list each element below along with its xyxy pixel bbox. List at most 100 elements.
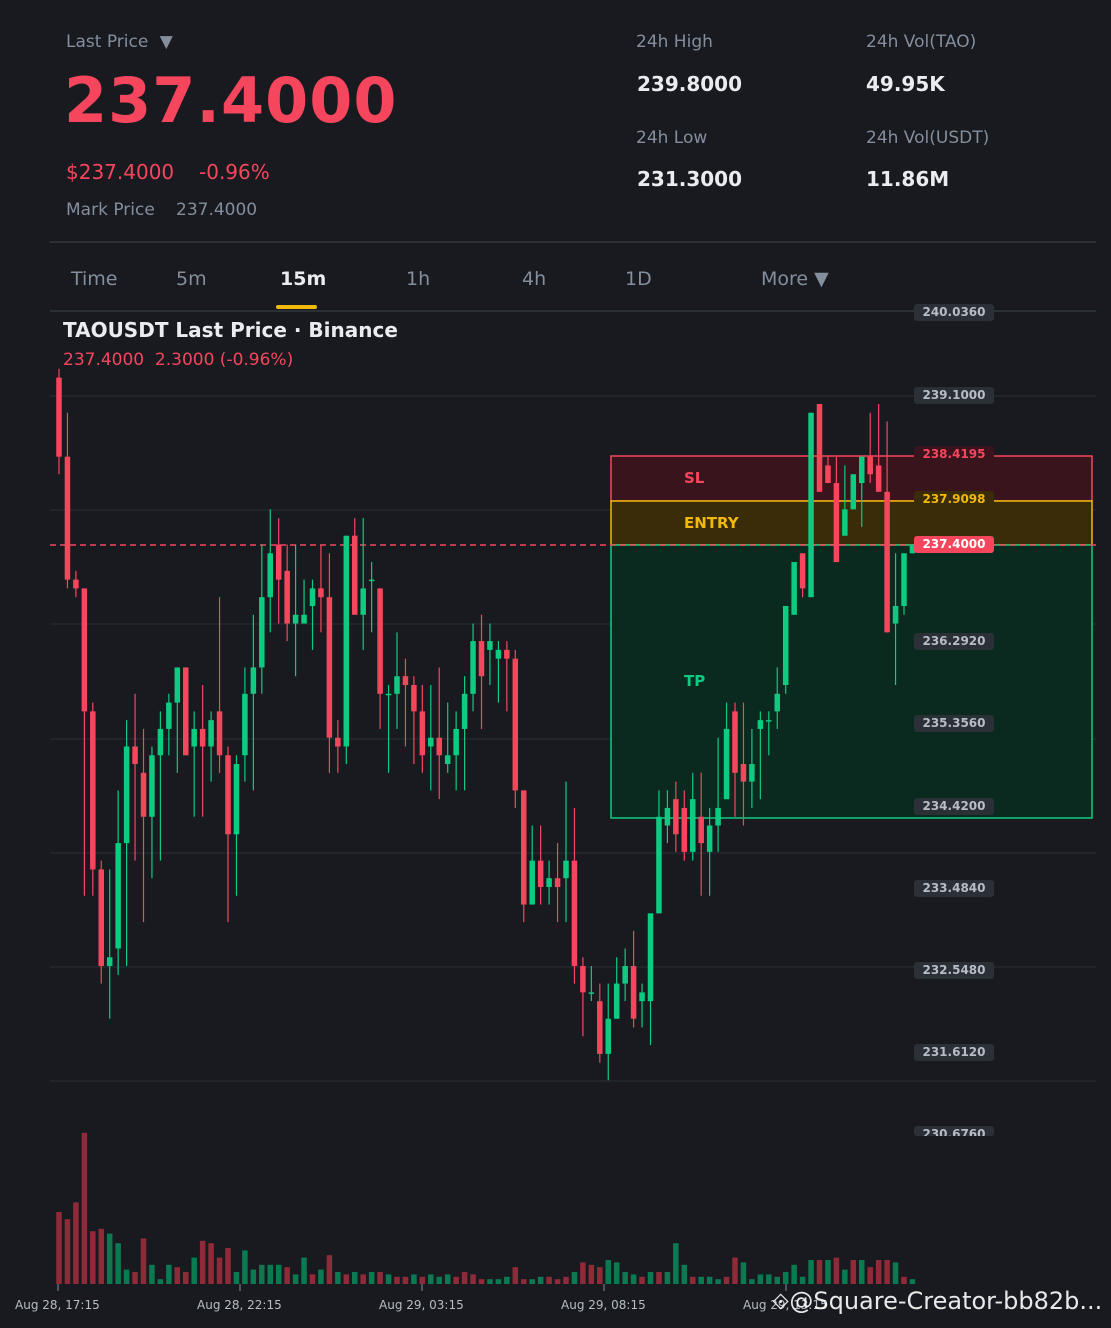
candle-body xyxy=(580,966,586,993)
candle xyxy=(309,579,316,650)
candle xyxy=(639,983,645,1028)
price-axis-label: 236.2920 xyxy=(914,633,994,650)
volume-bar xyxy=(723,1276,730,1284)
candle xyxy=(563,781,569,923)
candle-body xyxy=(233,764,240,835)
candle xyxy=(884,421,890,633)
candle-body xyxy=(850,474,857,510)
candle-body xyxy=(64,456,71,580)
candle xyxy=(597,983,603,1063)
candle xyxy=(377,588,383,729)
price-axis-label: 235.3560 xyxy=(914,715,994,732)
volume-bar xyxy=(681,1264,688,1284)
candle-body xyxy=(630,966,637,1019)
volume-bar xyxy=(81,1132,88,1284)
candle-body xyxy=(673,799,679,835)
candle-body xyxy=(825,465,831,484)
volume-bar xyxy=(453,1276,459,1284)
candle xyxy=(512,649,519,808)
volume-bar xyxy=(208,1243,214,1284)
candle xyxy=(647,913,654,1046)
candle-body xyxy=(859,456,865,484)
candle-body xyxy=(664,807,671,826)
candle xyxy=(360,518,366,650)
volume-bar xyxy=(140,1238,147,1284)
candle-body xyxy=(892,605,899,624)
time-axis-label: Aug 29, 08:15 xyxy=(561,1298,646,1312)
chart-ohlc-legend: 237.4000 2.3000 (-0.96%) xyxy=(63,350,294,370)
volume-bar xyxy=(343,1274,350,1284)
candle-body xyxy=(901,553,907,606)
candle-body xyxy=(284,570,290,624)
candle-body xyxy=(487,641,493,650)
candle-body xyxy=(766,720,772,722)
candle-body xyxy=(690,799,696,852)
volume-bar xyxy=(512,1267,519,1284)
candle xyxy=(605,983,611,1081)
volume-bar xyxy=(859,1260,865,1284)
volume-layer xyxy=(56,1132,916,1284)
candle xyxy=(411,676,417,765)
volume-bar xyxy=(225,1248,231,1284)
candle xyxy=(174,667,181,773)
candle-body xyxy=(597,1001,603,1054)
candle-body xyxy=(453,728,459,756)
volume-bar xyxy=(428,1274,434,1284)
candle xyxy=(318,544,324,633)
volume-bar xyxy=(504,1276,510,1284)
volume-bar xyxy=(123,1269,130,1284)
volume-bar xyxy=(352,1272,358,1284)
volume-bar xyxy=(309,1274,316,1284)
volume-bar xyxy=(537,1276,544,1284)
candle xyxy=(259,544,265,694)
candle xyxy=(301,579,307,624)
volume-bar xyxy=(909,1279,916,1284)
entry-zone-label: ENTRY xyxy=(684,514,740,532)
candle-body xyxy=(140,772,147,817)
candle xyxy=(622,948,628,1002)
candle xyxy=(782,605,789,694)
volume-bar xyxy=(149,1264,155,1284)
volume-bar xyxy=(740,1262,747,1284)
candle xyxy=(444,702,451,773)
candle-body xyxy=(461,693,468,729)
candle-body xyxy=(360,588,366,615)
volume-bar xyxy=(199,1240,206,1284)
candle-body xyxy=(504,649,510,659)
candle xyxy=(521,790,527,923)
candle-body xyxy=(411,685,417,712)
candle-body xyxy=(706,825,713,852)
candle xyxy=(588,966,595,1002)
candle xyxy=(470,623,476,712)
candle-body xyxy=(90,711,96,870)
volume-bar xyxy=(546,1276,552,1284)
volume-bar xyxy=(470,1274,476,1284)
volume-bar xyxy=(647,1272,654,1284)
volume-bar xyxy=(698,1276,704,1284)
candle xyxy=(478,614,485,729)
candle-body xyxy=(613,983,620,1019)
candle-body xyxy=(782,605,789,686)
candle-body xyxy=(656,816,662,914)
candle xyxy=(816,403,823,492)
candle xyxy=(250,614,257,791)
volume-bar xyxy=(850,1260,857,1284)
volume-bar xyxy=(360,1274,366,1284)
candle xyxy=(613,957,620,1019)
candle-body xyxy=(867,456,873,475)
volume-bar xyxy=(799,1276,806,1284)
candle xyxy=(242,667,248,782)
candle-body xyxy=(842,509,848,536)
candle xyxy=(140,728,147,923)
candle-body xyxy=(98,869,104,967)
candle xyxy=(343,535,350,765)
candle-body xyxy=(478,641,485,677)
candle-body xyxy=(267,553,273,598)
candle-body xyxy=(250,667,257,694)
candle-body xyxy=(183,667,189,756)
candle xyxy=(571,807,578,984)
candle-body xyxy=(791,562,797,615)
volume-bar xyxy=(461,1272,468,1284)
volume-bar xyxy=(444,1274,451,1284)
candle-body xyxy=(884,491,890,633)
